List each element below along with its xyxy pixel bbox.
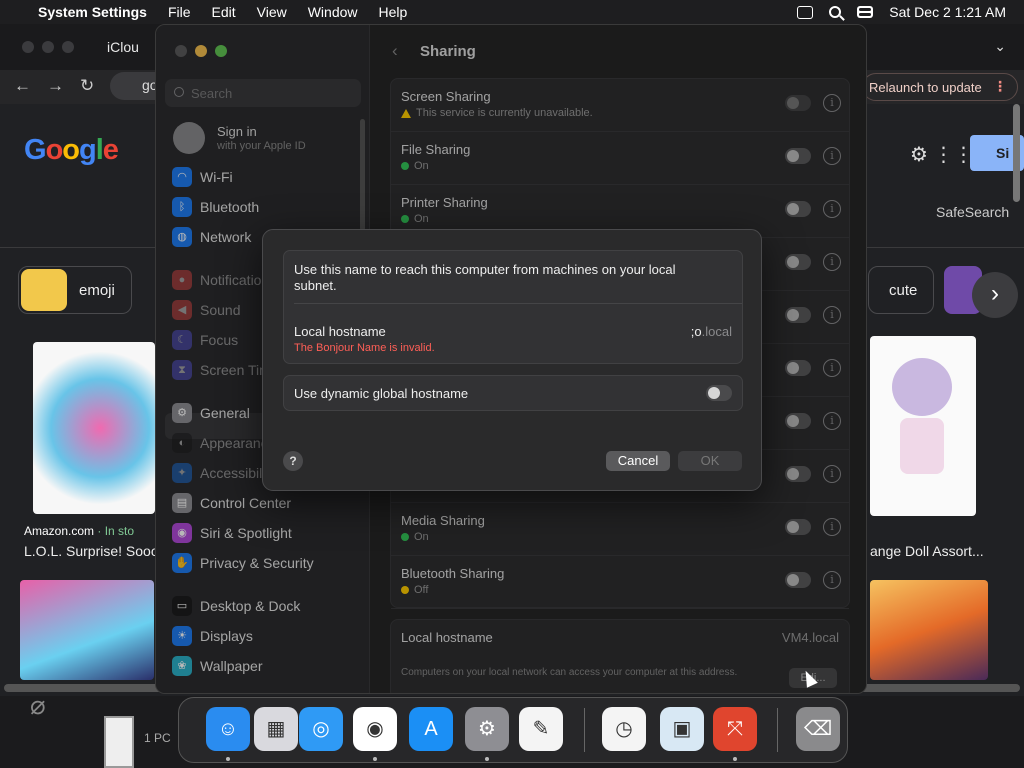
- chrome-icon[interactable]: ◉: [353, 707, 397, 751]
- textedit-icon[interactable]: ✎: [519, 707, 563, 751]
- safesearch-link[interactable]: SafeSearch: [936, 204, 1009, 220]
- hostname-dialog: Use this name to reach this computer fro…: [262, 229, 762, 491]
- remote-desktop-icon[interactable]: ⤧: [713, 707, 757, 751]
- dock-separator: [777, 708, 778, 752]
- dynamic-hostname-label: Use dynamic global hostname: [294, 386, 469, 401]
- screen-mirroring-icon[interactable]: [797, 5, 814, 19]
- back-arrow-icon[interactable]: ←: [14, 76, 31, 96]
- result-title[interactable]: L.O.L. Surprise! Sooo: [24, 543, 159, 559]
- spotlight-icon[interactable]: [829, 6, 842, 18]
- result-image[interactable]: [20, 580, 154, 680]
- google-logo-letter: g: [79, 134, 97, 166]
- clock-icon[interactable]: ◷: [602, 707, 646, 751]
- relaunch-button[interactable]: Relaunch to update ⋮: [862, 73, 1018, 101]
- help-button[interactable]: ?: [283, 451, 303, 471]
- running-indicator: [733, 757, 737, 761]
- result-image[interactable]: [33, 342, 155, 514]
- hostname-section: Use this name to reach this computer fro…: [283, 250, 743, 364]
- system-settings-icon[interactable]: ⚙: [465, 707, 509, 751]
- menu-edit[interactable]: Edit: [212, 4, 236, 20]
- result-title[interactable]: ange Doll Assort...: [870, 543, 984, 559]
- more-vert-icon[interactable]: ⋮: [993, 78, 1007, 95]
- result-image[interactable]: [870, 580, 988, 680]
- trash-icon[interactable]: ⌫: [796, 707, 840, 751]
- launchpad-icon[interactable]: ▦: [254, 707, 298, 751]
- dynamic-hostname-row: Use dynamic global hostname: [283, 375, 743, 411]
- running-indicator: [226, 757, 230, 761]
- menu-window[interactable]: Window: [308, 4, 358, 20]
- dialog-description: Use this name to reach this computer fro…: [294, 262, 676, 293]
- cancel-button[interactable]: Cancel: [606, 451, 670, 471]
- menu-view[interactable]: View: [257, 4, 287, 20]
- preview-icon[interactable]: ▣: [660, 707, 704, 751]
- browser-tab-title[interactable]: iClou: [107, 39, 139, 55]
- ok-button[interactable]: OK: [678, 451, 742, 471]
- reload-icon[interactable]: ↻: [80, 76, 94, 96]
- finder-icon[interactable]: ☺: [206, 707, 250, 751]
- running-indicator: [485, 757, 489, 761]
- google-logo-letter: e: [102, 134, 119, 166]
- app-store-icon[interactable]: A: [409, 707, 453, 751]
- result-image[interactable]: [870, 336, 976, 516]
- attachment-icon: ⌀: [30, 690, 46, 720]
- hostname-suffix: .local: [701, 324, 732, 339]
- taskbar-label: 1 PC: [144, 731, 171, 745]
- menu-file[interactable]: File: [168, 4, 191, 20]
- dock-separator: [584, 708, 585, 752]
- tab-list-chevron-icon[interactable]: ⌄: [994, 38, 1006, 55]
- chevron-right-icon[interactable]: ›: [972, 272, 1018, 318]
- forward-arrow-icon[interactable]: →: [47, 76, 64, 96]
- chip-cute[interactable]: cute: [868, 266, 934, 314]
- menu-app-name[interactable]: System Settings: [38, 4, 147, 20]
- running-indicator: [373, 757, 377, 761]
- browser-traffic-lights: [22, 41, 74, 53]
- google-logo-letter: o: [62, 134, 80, 166]
- hostname-error: The Bonjour Name is invalid.: [294, 342, 435, 354]
- menu-clock[interactable]: Sat Dec 2 1:21 AM: [889, 4, 1006, 20]
- vertical-scrollbar[interactable]: [1013, 104, 1020, 202]
- window-thumbnail[interactable]: [104, 716, 134, 768]
- chip-emoji[interactable]: emoji: [18, 266, 132, 314]
- google-logo-letter: l: [95, 134, 104, 166]
- google-logo-letter: G: [24, 134, 47, 166]
- control-center-icon[interactable]: [857, 6, 874, 18]
- hostname-label: Local hostname: [294, 324, 386, 339]
- menu-help[interactable]: Help: [379, 4, 408, 20]
- result-source[interactable]: Amazon.com · In sto: [24, 524, 134, 538]
- google-logo[interactable]: Google: [24, 134, 119, 167]
- menu-bar: System Settings File Edit View Window He…: [0, 0, 1024, 24]
- safari-icon[interactable]: ◎: [299, 707, 343, 751]
- divider: [294, 303, 742, 304]
- chip-thumbnail: [21, 269, 67, 311]
- dock: ☺ ▦ ◎ ◉ A ⚙ ✎ ◷ ▣ ⤧ ⌫: [178, 697, 848, 763]
- dynamic-hostname-toggle[interactable]: [706, 385, 732, 401]
- hostname-input[interactable]: ;o.local: [691, 324, 732, 339]
- google-logo-letter: o: [45, 134, 64, 166]
